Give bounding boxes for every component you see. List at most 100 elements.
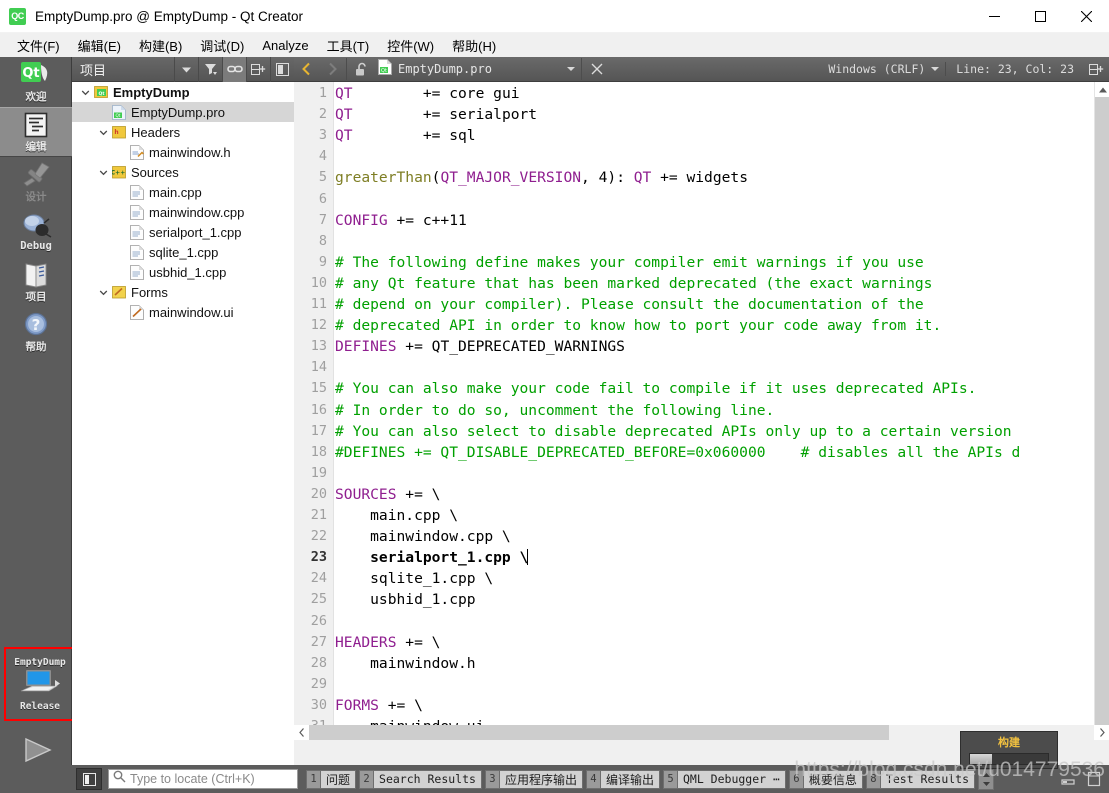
split-add-icon[interactable] xyxy=(246,56,270,82)
mode-button-项目[interactable]: 项目 xyxy=(0,257,72,307)
code-editor[interactable]: 1 2 3 4 5 6 7 8 9 10 11 12 13 14 15 16 17 18 19 20 21 22 23 24 2… xyxy=(294,82,1109,740)
project-tree[interactable]: Qt EmptyDump Qt EmptyDump.pro h Headers mainwi… xyxy=(72,82,294,765)
unlocked-padlock-icon[interactable] xyxy=(349,57,374,82)
mode-button-编辑[interactable]: 编辑 xyxy=(0,107,72,157)
chevron-down-icon[interactable] xyxy=(567,67,575,71)
code-line[interactable]: SOURCES += \ xyxy=(335,484,440,505)
code-line[interactable]: mainwindow.cpp \ xyxy=(335,526,511,547)
tree-item-serialport_1.cpp[interactable]: serialport_1.cpp xyxy=(72,222,294,242)
code-line[interactable]: CONFIG += c++11 xyxy=(335,210,467,231)
output-pane-QML Debugger ⋯[interactable]: 5 QML Debugger ⋯ xyxy=(662,769,786,790)
scroll-left-arrow-icon[interactable] xyxy=(294,725,309,740)
output-pane-Search Results[interactable]: 2 Search Results xyxy=(359,769,482,790)
tree-item-label: usbhid_1.cpp xyxy=(149,264,227,280)
menu-edit[interactable]: 编辑(E) xyxy=(69,33,130,58)
output-pane-概要信息[interactable]: 6 概要信息 xyxy=(788,769,863,790)
menu-debug[interactable]: 调试(D) xyxy=(191,33,253,58)
code-line[interactable]: serialport_1.cpp \ xyxy=(335,547,529,568)
code-line[interactable]: main.cpp \ xyxy=(335,505,458,526)
tree-item-EmptyDump[interactable]: Qt EmptyDump xyxy=(72,82,294,102)
tree-item-mainwindow.h[interactable]: mainwindow.h xyxy=(72,142,294,162)
encoding-combo[interactable]: Windows (CRLF) xyxy=(822,58,945,80)
code-line[interactable]: # any Qt feature that has been marked de… xyxy=(335,273,932,294)
chevron-down-icon[interactable] xyxy=(96,162,110,182)
output-pane-问题[interactable]: 1 问题 xyxy=(306,769,357,790)
editor-toolbar: Qt EmptyDump.pro Windows (CRLF) Line: 23… xyxy=(294,57,1109,82)
split-editor-button[interactable] xyxy=(1084,57,1109,82)
code-line[interactable]: # deprecated API in order to know how to… xyxy=(335,315,941,336)
menu-build[interactable]: 构建(B) xyxy=(130,33,191,58)
menu-window[interactable]: 控件(W) xyxy=(378,33,443,58)
code-line[interactable]: sqlite_1.cpp \ xyxy=(335,568,493,589)
mode-button-欢迎[interactable]: Qt 欢迎 xyxy=(0,57,72,107)
kit-selector-button[interactable]: EmptyDump Release xyxy=(6,649,74,719)
chevron-down-icon[interactable] xyxy=(96,122,110,142)
tree-item-usbhid_1.cpp[interactable]: usbhid_1.cpp xyxy=(72,262,294,282)
output-pane-toggle-icon[interactable] xyxy=(1083,768,1105,790)
code-line[interactable]: mainwindow.h xyxy=(335,653,475,674)
code-line[interactable]: mainwindow.ui xyxy=(335,716,484,725)
code-line[interactable]: HEADERS += \ xyxy=(335,632,440,653)
tree-item-Headers[interactable]: h Headers xyxy=(72,122,294,142)
menu-file[interactable]: 文件(F) xyxy=(8,33,69,58)
chevron-down-icon[interactable] xyxy=(78,82,92,102)
tree-item-Forms[interactable]: Forms xyxy=(72,282,294,302)
tree-item-mainwindow.cpp[interactable]: mainwindow.cpp xyxy=(72,202,294,222)
code-line[interactable]: # The following define makes your compil… xyxy=(335,252,924,273)
output-pane-navigation[interactable] xyxy=(978,768,995,790)
code-line[interactable]: # You can also make your code fail to co… xyxy=(335,378,976,399)
code-line[interactable]: FORMS += \ xyxy=(335,695,423,716)
mode-button-Debug[interactable]: Debug xyxy=(0,207,72,257)
pane-label: 问题 xyxy=(320,769,357,789)
scroll-up-arrow-icon[interactable] xyxy=(1095,82,1109,97)
close-button[interactable] xyxy=(1063,0,1109,33)
tree-item-EmptyDump.pro[interactable]: Qt EmptyDump.pro xyxy=(72,102,294,122)
code-line[interactable]: # In order to do so, uncomment the follo… xyxy=(335,400,774,421)
close-document-button[interactable] xyxy=(584,57,609,82)
code-line[interactable]: # depend on your compiler). Please consu… xyxy=(335,294,924,315)
mode-button-帮助[interactable]: ? 帮助 xyxy=(0,307,72,357)
close-sidebar-icon[interactable] xyxy=(270,56,294,82)
tree-item-mainwindow.ui[interactable]: mainwindow.ui xyxy=(72,302,294,322)
code-line[interactable]: QT += serialport xyxy=(335,104,537,125)
code-line[interactable]: #DEFINES += QT_DISABLE_DEPRECATED_BEFORE… xyxy=(335,442,1020,463)
scroll-right-arrow-icon[interactable] xyxy=(1094,725,1109,740)
line-column-indicator[interactable]: Line: 23, Col: 23 xyxy=(945,62,1084,76)
toggle-sidebar-icon[interactable] xyxy=(76,768,102,790)
vertical-scroll-thumb[interactable] xyxy=(1095,97,1109,725)
code-line[interactable]: DEFINES += QT_DEPRECATED_WARNINGS xyxy=(335,336,625,357)
menu-help[interactable]: 帮助(H) xyxy=(443,33,505,58)
tree-item-label: Headers xyxy=(131,124,181,140)
tree-item-main.cpp[interactable]: main.cpp xyxy=(72,182,294,202)
code-line[interactable]: usbhid_1.cpp xyxy=(335,589,475,610)
go-back-button[interactable] xyxy=(294,57,319,82)
output-pane-应用程序输出[interactable]: 3 应用程序输出 xyxy=(484,769,583,790)
progress-details-icon[interactable] xyxy=(1057,768,1079,790)
tree-item-sqlite_1.cpp[interactable]: sqlite_1.cpp xyxy=(72,242,294,262)
line-number: 1 xyxy=(318,85,327,101)
open-document-combo[interactable]: Qt EmptyDump.pro xyxy=(374,58,579,80)
go-forward-button[interactable] xyxy=(319,57,344,82)
menu-analyze[interactable]: Analyze xyxy=(253,35,317,56)
code-line[interactable]: # You can also select to disable depreca… xyxy=(335,421,1012,442)
tree-item-Sources[interactable]: C++ Sources xyxy=(72,162,294,182)
code-text-area[interactable]: QT += core gui QT += serialport QT += sql g… xyxy=(335,82,1094,725)
minimize-button[interactable] xyxy=(971,0,1017,33)
menu-tools[interactable]: 工具(T) xyxy=(318,33,379,58)
encoding-chevron-down-icon[interactable] xyxy=(931,67,940,71)
panel-combo-arrow-icon[interactable] xyxy=(174,56,198,82)
line-number: 8 xyxy=(318,232,327,249)
code-line[interactable]: QT += core gui xyxy=(335,83,520,104)
maximize-button[interactable] xyxy=(1017,0,1063,33)
output-pane-编译输出[interactable]: 4 编译输出 xyxy=(585,769,660,790)
code-line[interactable]: greaterThan(QT_MAJOR_VERSION, 4): QT += … xyxy=(335,167,748,188)
chevron-down-icon[interactable] xyxy=(96,282,110,302)
output-pane-Test Results[interactable]: 8 Test Results xyxy=(865,769,976,790)
code-line[interactable]: QT += sql xyxy=(335,125,476,146)
editor-vertical-scrollbar[interactable] xyxy=(1094,82,1109,725)
locator-field[interactable]: Type to locate (Ctrl+K) xyxy=(108,769,298,789)
code-token: main.cpp \ xyxy=(335,507,459,524)
horizontal-scroll-thumb[interactable] xyxy=(309,725,889,740)
link-sync-icon[interactable] xyxy=(222,56,246,82)
filter-icon[interactable] xyxy=(198,56,222,82)
